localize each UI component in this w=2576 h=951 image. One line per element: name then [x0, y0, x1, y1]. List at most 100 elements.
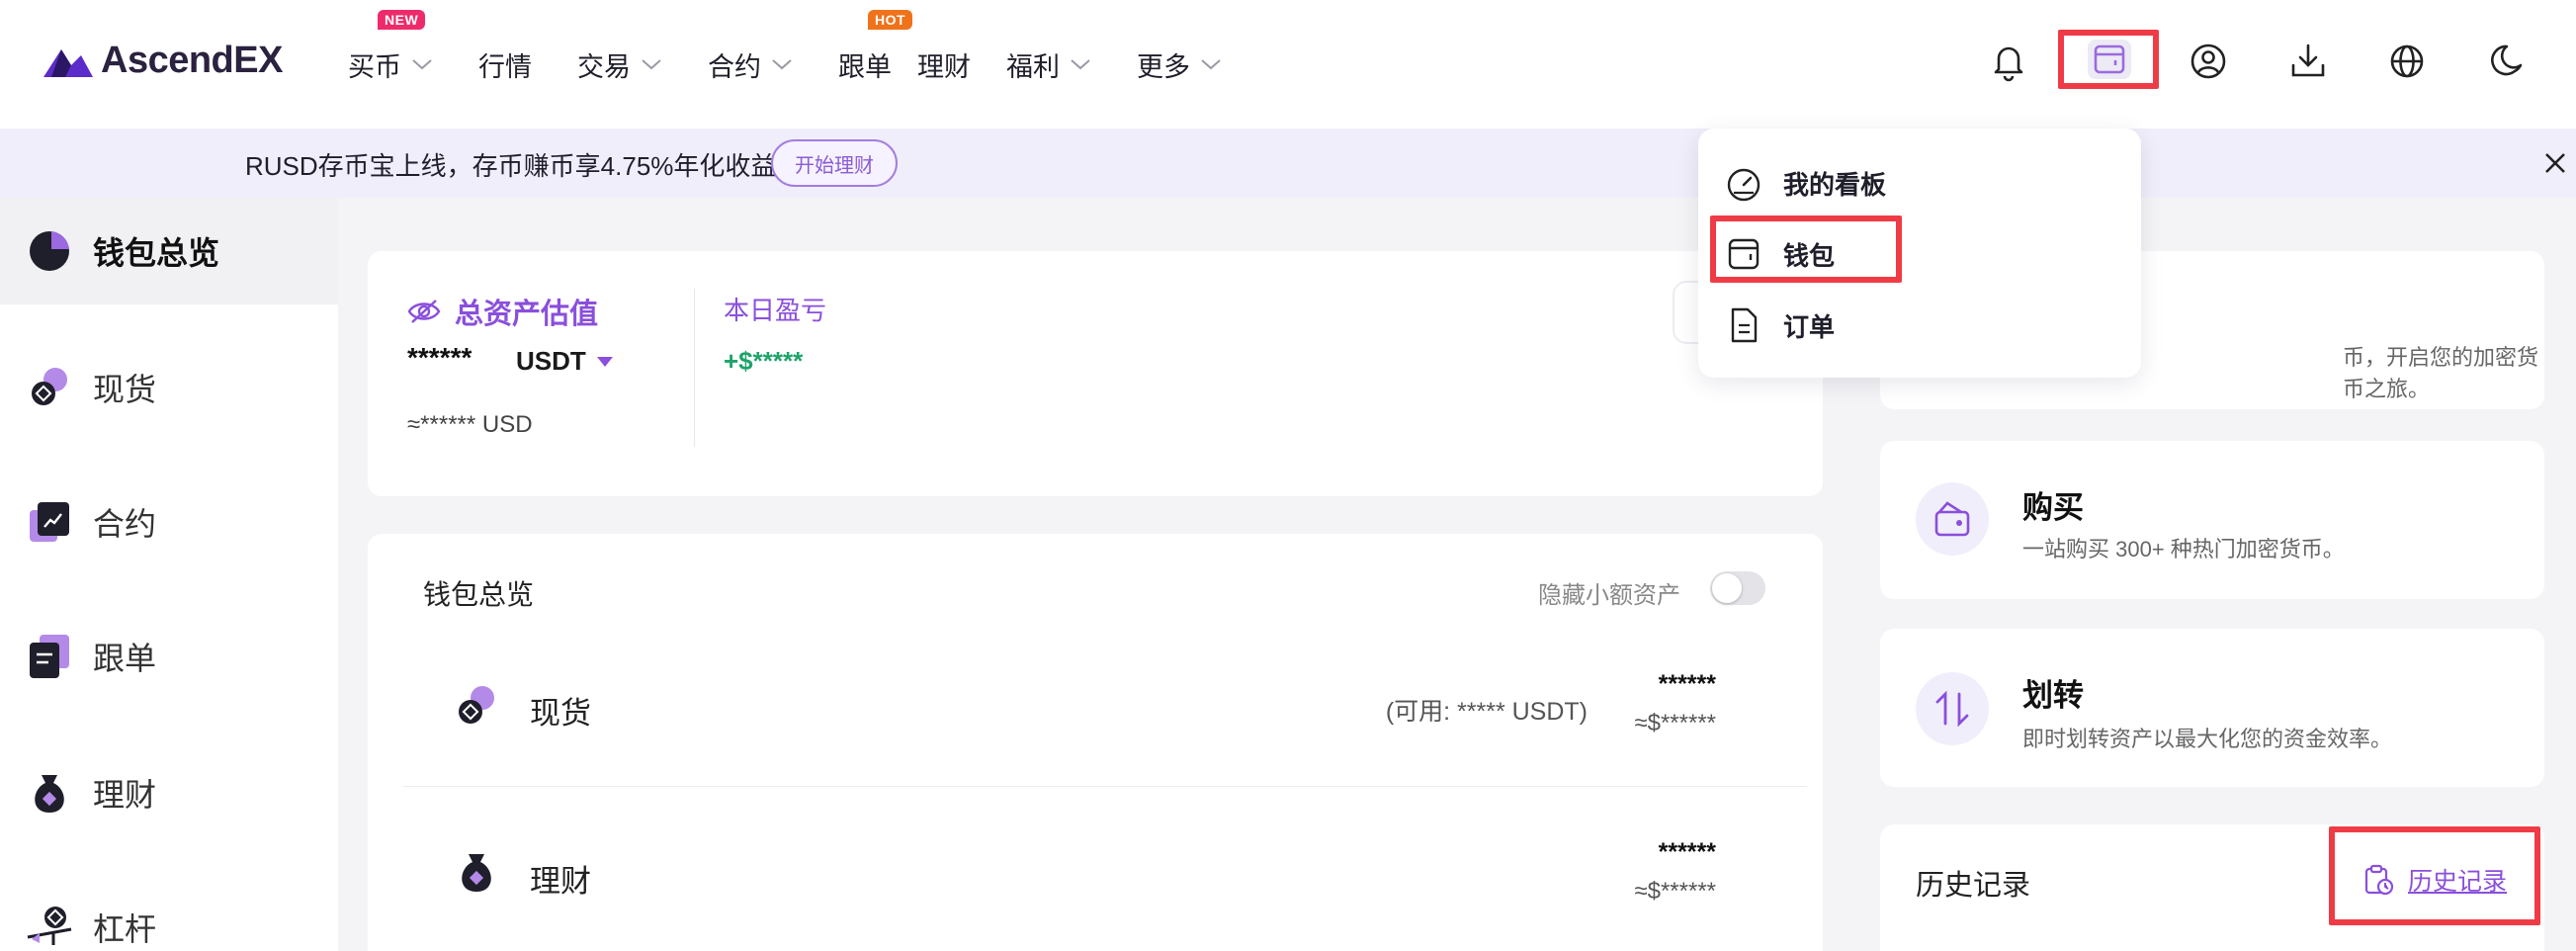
copy-trade-icon: [30, 635, 69, 678]
wallet-row-value: ******: [1658, 670, 1716, 698]
nav-more[interactable]: 更多: [1137, 45, 1222, 84]
wallet-row-available: (可用: ***** USDT): [1385, 698, 1588, 726]
buy-icon-wrap: [1916, 482, 1989, 556]
sidebar-label: 跟单: [93, 641, 157, 676]
nav-label: 跟单: [838, 51, 892, 82]
row-divider: [403, 786, 1807, 787]
earn-icon: [35, 775, 64, 813]
buy-card[interactable]: 购买 一站购买 300+ 种热门加密货币。: [1880, 441, 2544, 599]
wallet-buy-icon: [1934, 501, 1970, 537]
card-description: 即时划转资产以最大化您的资金效率。: [2022, 727, 2393, 751]
total-asset-value: ******: [407, 342, 472, 373]
sidebar-label: 现货: [93, 372, 157, 407]
wallet-row-label: 现货: [530, 696, 591, 731]
asset-title: 总资产估值: [407, 291, 598, 332]
globe-icon[interactable]: [2385, 40, 2429, 83]
card-description: 币，开启您的加密货币之旅。: [2343, 345, 2539, 401]
earn-icon: [462, 854, 491, 892]
wallet-icon[interactable]: [2088, 38, 2131, 81]
nav-futures[interactable]: 合约: [708, 45, 793, 84]
card-description: 一站购买 300+ 种热门加密货币。: [2022, 537, 2345, 562]
ascendex-logo-icon: [43, 48, 93, 77]
spot-icon: [32, 368, 67, 405]
futures-icon: [30, 502, 69, 542]
transfer-icon-wrap: [1916, 672, 1989, 745]
promo-banner: RUSD存币宝上线，存币赚币享4.75%年化收益 开始理财: [0, 129, 2576, 198]
dropdown-item-orders[interactable]: 订单: [1724, 301, 1835, 350]
chevron-down-icon: [642, 59, 661, 70]
chevron-down-icon: [772, 59, 792, 70]
chevron-down-icon: [1201, 59, 1221, 70]
wallet-row-approx: ≈$******: [1634, 710, 1716, 736]
chevron-down-icon: [412, 59, 432, 70]
nav-trade[interactable]: 交易: [577, 45, 662, 84]
start-earn-button[interactable]: 开始理财: [771, 139, 898, 187]
nav-label: 更多: [1137, 51, 1190, 82]
nav-label: 买币: [348, 51, 401, 82]
daily-pnl-value: +$*****: [724, 346, 804, 376]
top-header: AscendEX NEW 买币 行情 交易 合约 HOT 跟单 理财 福利 更多: [0, 0, 2576, 129]
history-title: 历史记录: [1916, 870, 2031, 902]
sidebar-item-copy-trading[interactable]: 跟单: [0, 603, 338, 710]
nav-markets[interactable]: 行情: [478, 45, 532, 84]
history-highlight-box: [2329, 826, 2540, 925]
currency-label: USDT: [516, 346, 586, 376]
main-nav: NEW 买币 行情 交易 合约 HOT 跟单 理财 福利 更多: [348, 0, 1267, 129]
caret-down-icon: [596, 356, 613, 367]
wallet-row-label: 理财: [530, 864, 591, 899]
sidebar-label: 杠杆: [93, 911, 157, 947]
sidebar-label: 钱包总览: [93, 235, 220, 271]
logo[interactable]: AscendEX: [42, 40, 283, 82]
nav-copy-trading[interactable]: HOT 跟单: [838, 9, 913, 84]
hide-small-assets-label: 隐藏小额资产: [1538, 582, 1680, 609]
sidebar-item-futures[interactable]: 合约: [0, 469, 338, 575]
chevron-down-icon: [1071, 59, 1090, 70]
total-asset-usd: ≈****** USD: [407, 411, 533, 438]
nav-label: 福利: [1006, 51, 1060, 82]
toggle-knob: [1712, 573, 1742, 603]
hide-small-assets-toggle[interactable]: [1710, 571, 1765, 605]
pie-chart-icon: [30, 231, 69, 271]
sidebar-label: 理财: [93, 777, 157, 813]
sidebar-item-wallet-overview[interactable]: 钱包总览: [0, 198, 338, 304]
sidebar: 钱包总览 现货 合约 跟单 理财 杠杆: [0, 198, 338, 951]
close-icon[interactable]: [2540, 148, 2570, 178]
transfer-card[interactable]: 划转 即时划转资产以最大化您的资金效率。: [1880, 629, 2544, 787]
eye-slash-icon[interactable]: [407, 299, 441, 324]
download-icon[interactable]: [2286, 40, 2330, 83]
nav-label: 理财: [917, 51, 971, 82]
wallet-row-approx: ≈$******: [1634, 878, 1716, 905]
asset-title-text: 总资产估值: [455, 299, 599, 330]
brand-name: AscendEX: [101, 40, 283, 81]
dropdown-label: 订单: [1783, 311, 1836, 342]
dropdown-item-dashboard[interactable]: 我的看板: [1724, 158, 1886, 208]
user-icon[interactable]: [2187, 40, 2230, 83]
currency-selector[interactable]: USDT: [516, 346, 614, 377]
divider: [694, 289, 695, 447]
dropdown-wallet-highlight-box: [1710, 216, 1902, 283]
dropdown-label: 我的看板: [1783, 169, 1887, 200]
hot-badge: HOT: [868, 9, 913, 30]
card-title: 购买: [2022, 490, 2084, 525]
margin-icon: [27, 907, 72, 945]
wallet-overview-title: 钱包总览: [423, 579, 535, 610]
sidebar-item-earn[interactable]: 理财: [0, 739, 338, 846]
card-title: 划转: [2022, 678, 2084, 713]
wallet-overview-card: 钱包总览 隐藏小额资产 现货 (可用: ***** USDT) ****** ≈…: [368, 534, 1823, 951]
nav-buy-crypto[interactable]: NEW 买币: [348, 9, 433, 84]
nav-label: 交易: [577, 51, 631, 82]
moon-icon[interactable]: [2485, 40, 2529, 83]
sidebar-label: 合约: [93, 506, 157, 542]
bell-icon[interactable]: [1987, 40, 2030, 83]
sidebar-item-margin[interactable]: 杠杆: [0, 874, 338, 951]
spot-icon: [459, 686, 494, 724]
daily-pnl-title: 本日盈亏: [724, 296, 827, 325]
asset-summary-card: 总资产估值 ****** USDT ≈****** USD 本日盈亏 +$***…: [368, 251, 1823, 496]
nav-earn[interactable]: 理财: [917, 45, 971, 84]
sidebar-item-spot[interactable]: 现货: [0, 334, 338, 441]
document-icon: [1731, 307, 1758, 343]
nav-label: 行情: [478, 51, 532, 82]
nav-rewards[interactable]: 福利: [1006, 45, 1091, 84]
dashboard-icon: [1727, 168, 1760, 202]
nav-label: 合约: [708, 51, 761, 82]
